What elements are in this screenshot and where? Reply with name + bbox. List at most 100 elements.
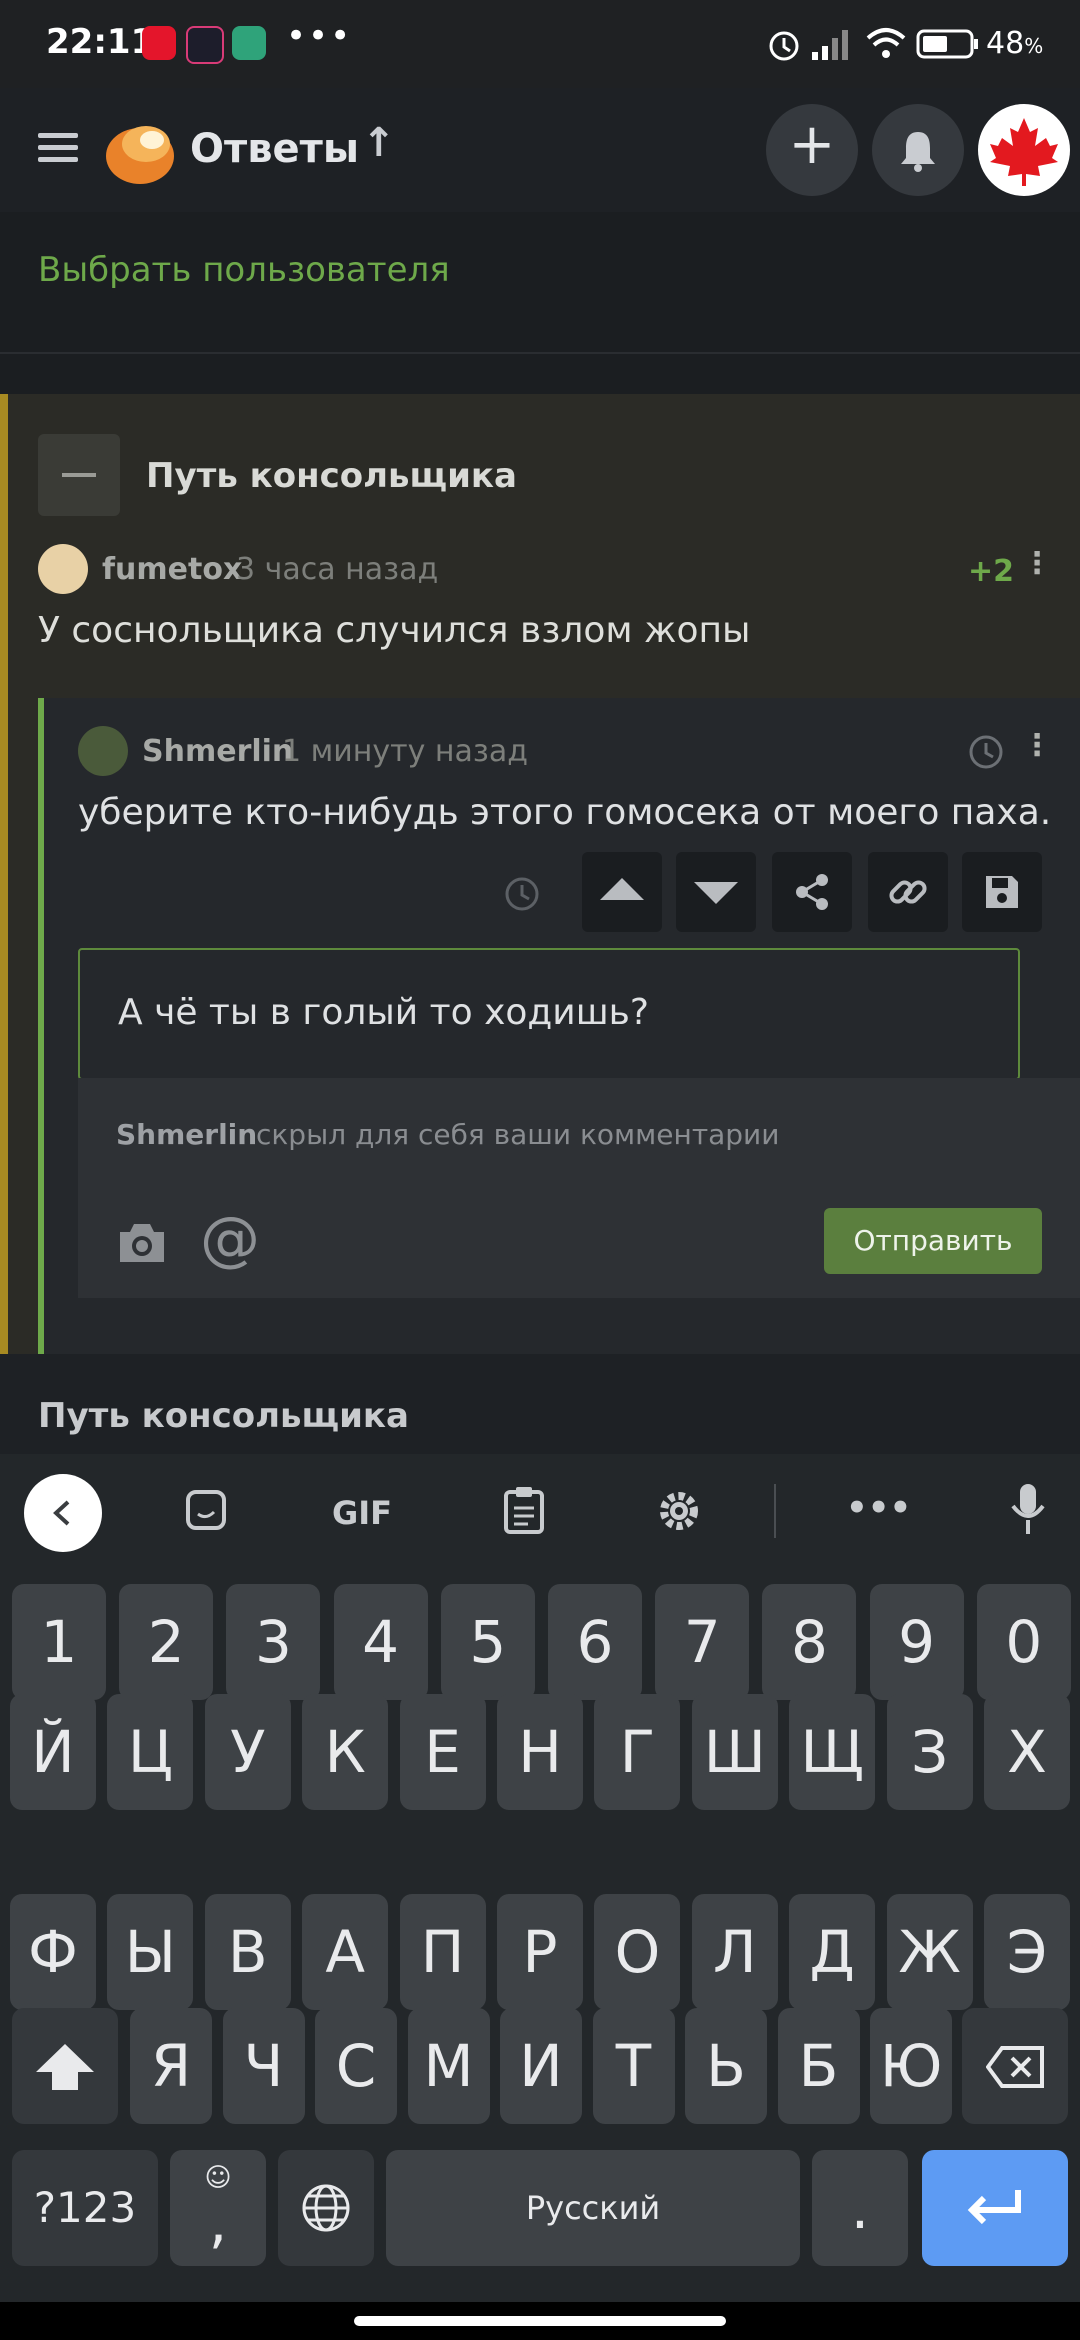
comment-username[interactable]: fumetox (102, 552, 242, 587)
divider (0, 354, 1080, 394)
collapse-button[interactable] (38, 434, 120, 516)
downvote-button[interactable] (676, 852, 756, 932)
gif-button[interactable]: GIF (332, 1494, 392, 1532)
menu-icon[interactable] (38, 126, 78, 169)
key-Щ[interactable]: Щ (789, 1694, 876, 1810)
site-logo[interactable] (100, 116, 178, 186)
opera-icon (142, 26, 176, 60)
key-Ь[interactable]: Ь (685, 2008, 767, 2124)
key-6[interactable]: 6 (548, 1584, 642, 1700)
microphone-icon[interactable] (1008, 1482, 1048, 1538)
key-4[interactable]: 4 (333, 1584, 428, 1700)
mention-icon[interactable]: @ (200, 1204, 260, 1274)
key-Д[interactable]: Д (789, 1894, 876, 2010)
language-key[interactable] (278, 2150, 374, 2266)
key-И[interactable]: И (500, 2008, 582, 2124)
key-В[interactable]: В (204, 1894, 291, 2010)
key-Ц[interactable]: Ц (107, 1694, 194, 1810)
collapse-toolbar-button[interactable] (24, 1474, 102, 1552)
key-9[interactable]: 9 (869, 1584, 964, 1700)
space-key[interactable]: Русский (386, 2150, 800, 2266)
notifications-button[interactable] (872, 104, 964, 196)
comma-key[interactable]: ☺ , (170, 2150, 266, 2266)
sticker-icon[interactable] (184, 1488, 230, 1534)
clipboard-icon[interactable] (502, 1484, 546, 1534)
key-Г[interactable]: Г (594, 1694, 681, 1810)
symbols-key[interactable]: ?123 (12, 2150, 158, 2266)
key-8[interactable]: 8 (762, 1584, 857, 1700)
key-Я[interactable]: Я (130, 2008, 212, 2124)
section-title[interactable]: Путь консольщика (38, 1396, 409, 1436)
key-Ч[interactable]: Ч (222, 2008, 305, 2124)
clock-icon (969, 735, 1003, 769)
upvote-button[interactable] (582, 852, 662, 932)
video-app-icon (186, 26, 224, 64)
more-tools-icon[interactable]: ••• (846, 1488, 911, 1528)
key-Н[interactable]: Н (497, 1694, 583, 1810)
shift-key[interactable] (12, 2008, 118, 2124)
backspace-key[interactable] (962, 2008, 1068, 2124)
key-Ю[interactable]: Ю (870, 2008, 952, 2124)
key-Р[interactable]: Р (497, 1894, 583, 2010)
backspace-icon (986, 2046, 1044, 2088)
reply-input-text: А чё ты в голый то ходишь? (118, 992, 649, 1033)
avatar[interactable] (38, 544, 88, 594)
key-М[interactable]: М (407, 2008, 490, 2124)
copy-link-button[interactable] (868, 852, 948, 932)
key-О[interactable]: О (594, 1894, 681, 2010)
key-З[interactable]: З (886, 1694, 973, 1810)
post-title[interactable]: Путь консольщика (146, 456, 517, 496)
key-Х[interactable]: Х (984, 1694, 1070, 1810)
select-user-link[interactable]: Выбрать пользователя (38, 250, 450, 290)
key-Е[interactable]: Е (399, 1694, 486, 1810)
key-2[interactable]: 2 (119, 1584, 214, 1700)
key-Т[interactable]: Т (592, 2008, 675, 2124)
period-key[interactable]: . (812, 2150, 908, 2266)
key-Ф[interactable]: Ф (10, 1894, 96, 2010)
avatar[interactable] (78, 726, 128, 776)
key-1[interactable]: 1 (12, 1584, 106, 1700)
key-Ш[interactable]: Ш (691, 1694, 778, 1810)
camera-icon[interactable] (116, 1220, 168, 1266)
key-К[interactable]: К (302, 1694, 389, 1810)
home-indicator[interactable] (354, 2316, 726, 2326)
key-5[interactable]: 5 (440, 1584, 535, 1700)
key-Ж[interactable]: Ж (886, 1894, 973, 2010)
clock-icon (505, 877, 539, 911)
send-button[interactable]: Отправить (824, 1208, 1042, 1274)
gesture-bar (0, 2302, 1080, 2340)
reply-block: Shmerlin 1 минуту назад ⋮ уберите кто-ни… (38, 698, 1080, 1354)
key-А[interactable]: А (302, 1894, 389, 2010)
more-options-icon[interactable]: ⋮ (1022, 728, 1052, 763)
filter-panel: Выбрать пользователя (0, 212, 1080, 354)
key-7[interactable]: 7 (655, 1584, 750, 1700)
status-time: 22:11 (46, 22, 155, 62)
page-title: Ответы (190, 126, 359, 172)
key-С[interactable]: С (315, 2008, 397, 2124)
key-Й[interactable]: Й (10, 1694, 96, 1810)
key-0[interactable]: 0 (976, 1584, 1071, 1700)
save-button[interactable] (962, 852, 1042, 932)
reply-input[interactable]: А чё ты в голый то ходишь? (78, 948, 1020, 1080)
key-Ы[interactable]: Ы (107, 1894, 194, 2010)
settings-icon[interactable] (656, 1488, 702, 1534)
more-options-icon[interactable]: ⋮ (1022, 546, 1052, 581)
scroll-up-icon[interactable]: ↑ (362, 120, 396, 166)
reply-text: уберите кто-нибудь этого гомосека от мое… (78, 792, 1052, 833)
share-button[interactable] (772, 852, 852, 932)
key-3[interactable]: 3 (226, 1584, 321, 1700)
arrow-up-icon (600, 878, 644, 900)
key-У[interactable]: У (204, 1694, 291, 1810)
key-Б[interactable]: Б (777, 2008, 860, 2124)
add-button[interactable]: + (766, 104, 858, 196)
key-П[interactable]: П (399, 1894, 486, 2010)
key-Л[interactable]: Л (691, 1894, 778, 2010)
enter-key[interactable] (922, 2150, 1068, 2266)
key-Э[interactable]: Э (984, 1894, 1070, 2010)
hidden-notice-user[interactable]: Shmerlin (116, 1118, 257, 1151)
reply-time: 1 минуту назад (282, 734, 528, 769)
reply-highlight-bar (38, 698, 44, 1354)
reply-username[interactable]: Shmerlin (142, 734, 293, 769)
user-avatar[interactable] (978, 104, 1070, 196)
keyboard: GIF ••• 1234567890 ЙЦУКЕНГШЩЗХ ФЫВАПРОЛДЖЭ… (0, 1454, 1080, 2302)
